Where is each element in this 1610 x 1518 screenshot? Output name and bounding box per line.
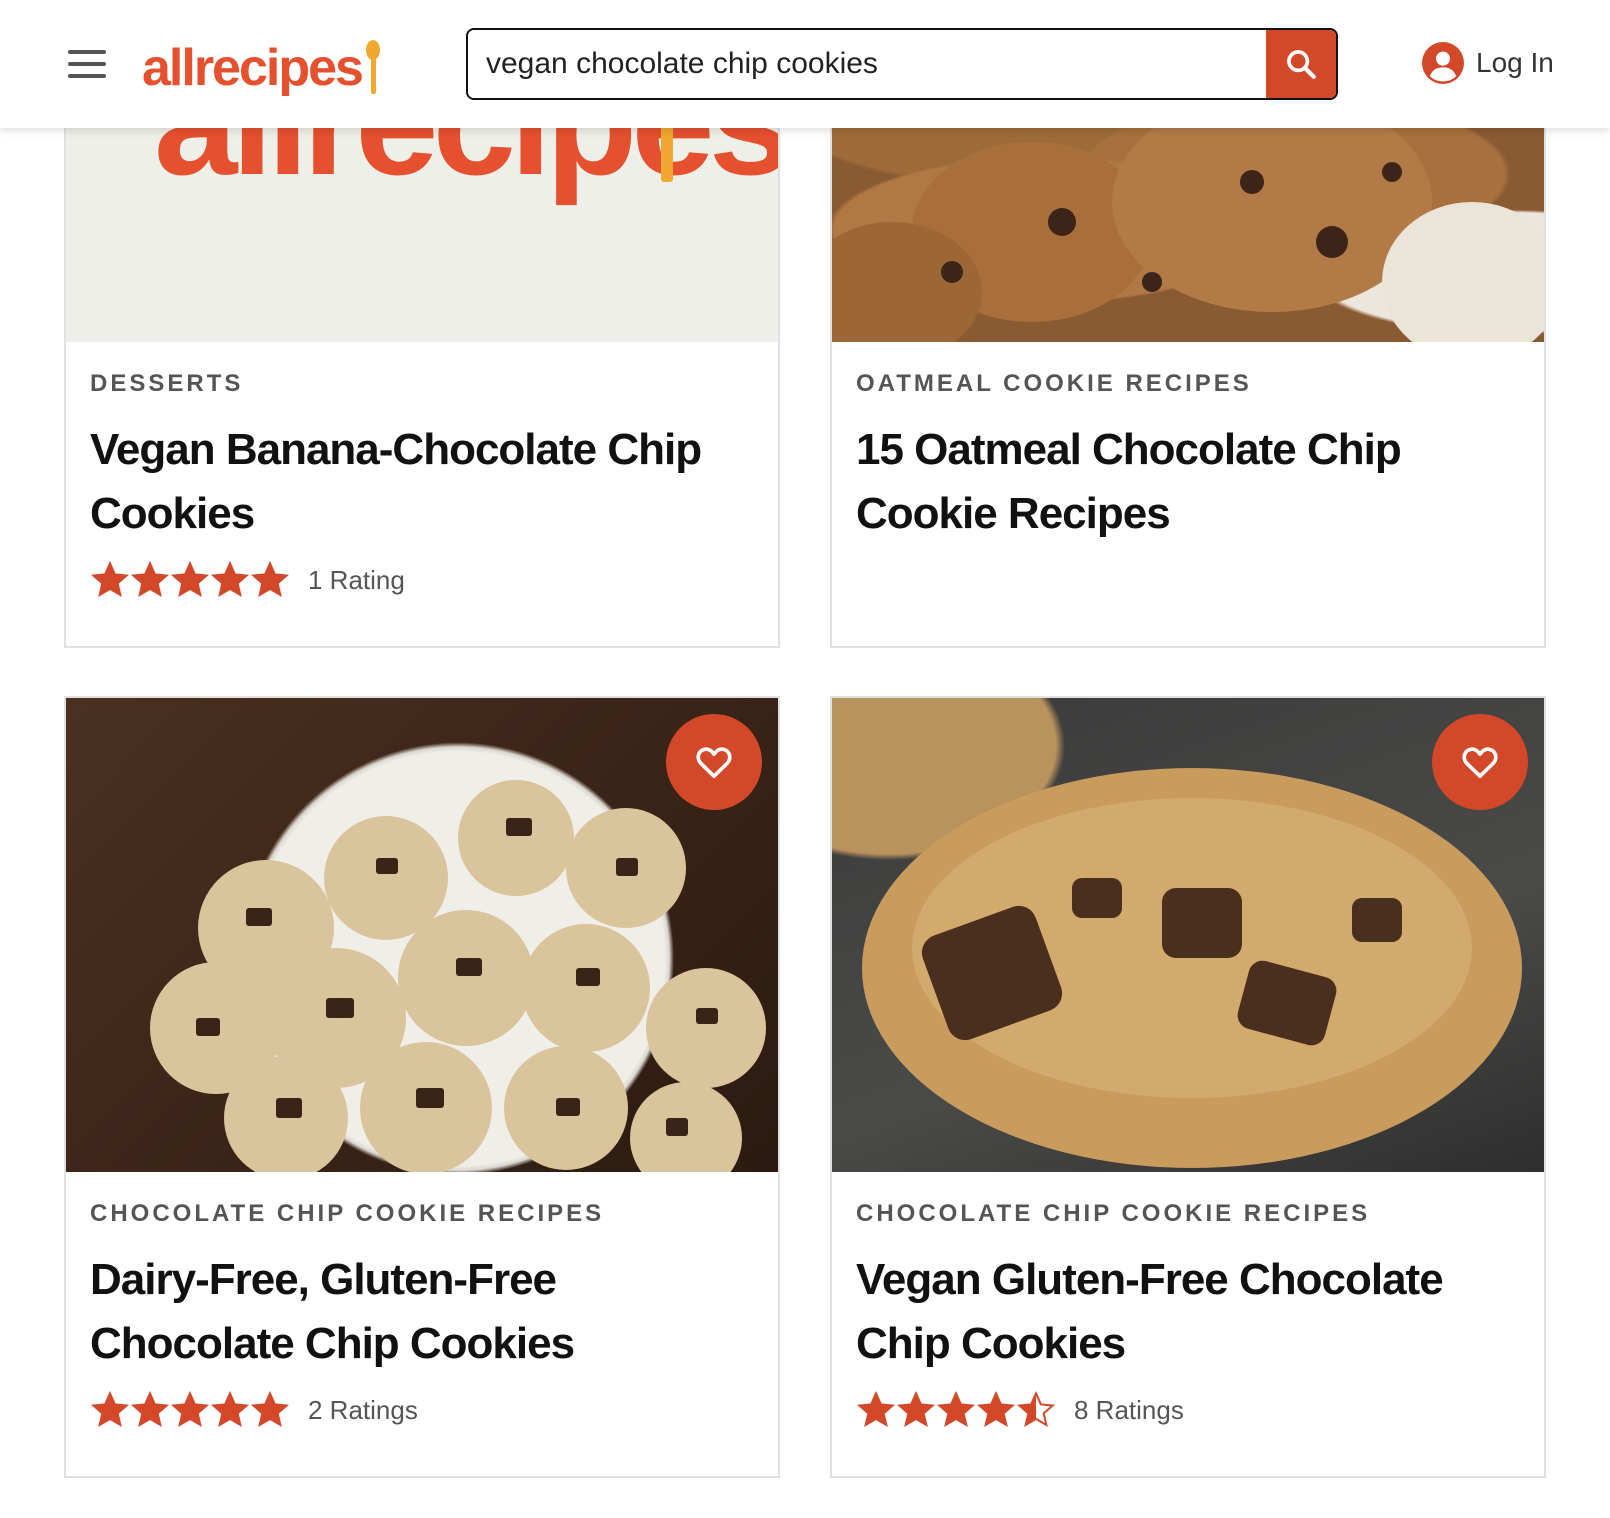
recipe-card[interactable]: OATMEAL COOKIE RECIPES 15 Oatmeal Chocol… [830,60,1546,648]
search-icon [1287,50,1316,79]
user-account-icon [1422,42,1464,84]
recipe-card[interactable]: CHOCOLATE CHIP COOKIE RECIPES Dairy-Free… [64,696,780,1478]
card-rating: 8 Ratings [856,1390,1520,1430]
card-category[interactable]: OATMEAL COOKIE RECIPES [856,370,1520,398]
save-recipe-button[interactable] [1432,714,1528,810]
card-title[interactable]: 15 Oatmeal Chocolate Chip Cookie Recipes [856,418,1520,546]
spoon-icon [364,38,382,98]
card-category[interactable]: CHOCOLATE CHIP COOKIE RECIPES [856,1200,1520,1228]
rating-count: 2 Ratings [308,1394,418,1425]
star-icon [210,1390,250,1428]
star-icon [210,560,250,598]
logo-text: allrecipes [142,39,364,97]
card-title[interactable]: Vegan Banana-Chocolate Chip Cookies [90,418,754,546]
site-header: allrecipes Log In [0,0,1610,128]
login-label: Log In [1476,47,1554,78]
rating-count: 8 Ratings [1074,1394,1184,1425]
star-icon [250,1390,290,1428]
search-button[interactable] [1266,30,1336,98]
card-title[interactable]: Vegan Gluten-Free Chocolate Chip Cookies [856,1248,1520,1376]
star-rating [856,1390,1056,1430]
save-recipe-button[interactable] [666,714,762,810]
heart-icon [696,747,732,778]
star-icon [90,1390,130,1428]
star-icon [976,1390,1016,1428]
recipe-card[interactable]: allrecipes DESSERTS Vegan Banana-Chocola… [64,60,780,648]
star-icon [856,1390,896,1428]
menu-icon[interactable] [68,50,106,78]
star-rating [90,560,290,600]
star-icon [1016,1390,1056,1428]
site-logo[interactable]: allrecipes [142,28,382,98]
card-title[interactable]: Dairy-Free, Gluten-Free Chocolate Chip C… [90,1248,754,1376]
card-category[interactable]: DESSERTS [90,370,754,398]
card-image[interactable] [832,698,1544,1172]
star-icon [170,560,210,598]
star-icon [130,560,170,598]
recipe-card[interactable]: CHOCOLATE CHIP COOKIE RECIPES Vegan Glut… [830,696,1546,1478]
card-image[interactable] [66,698,778,1172]
search-input[interactable] [468,30,1266,98]
search-bar [466,28,1338,100]
card-rating: 2 Ratings [90,1390,754,1430]
star-icon [130,1390,170,1428]
star-icon [250,560,290,598]
star-icon [936,1390,976,1428]
star-rating [90,1390,290,1430]
rating-count: 1 Rating [308,564,405,595]
star-icon [90,560,130,598]
card-category[interactable]: CHOCOLATE CHIP COOKIE RECIPES [90,1200,754,1228]
card-rating: 1 Rating [90,560,754,600]
heart-icon [1462,747,1498,778]
login-link[interactable]: Log In [1422,42,1554,84]
star-icon [896,1390,936,1428]
star-icon [170,1390,210,1428]
